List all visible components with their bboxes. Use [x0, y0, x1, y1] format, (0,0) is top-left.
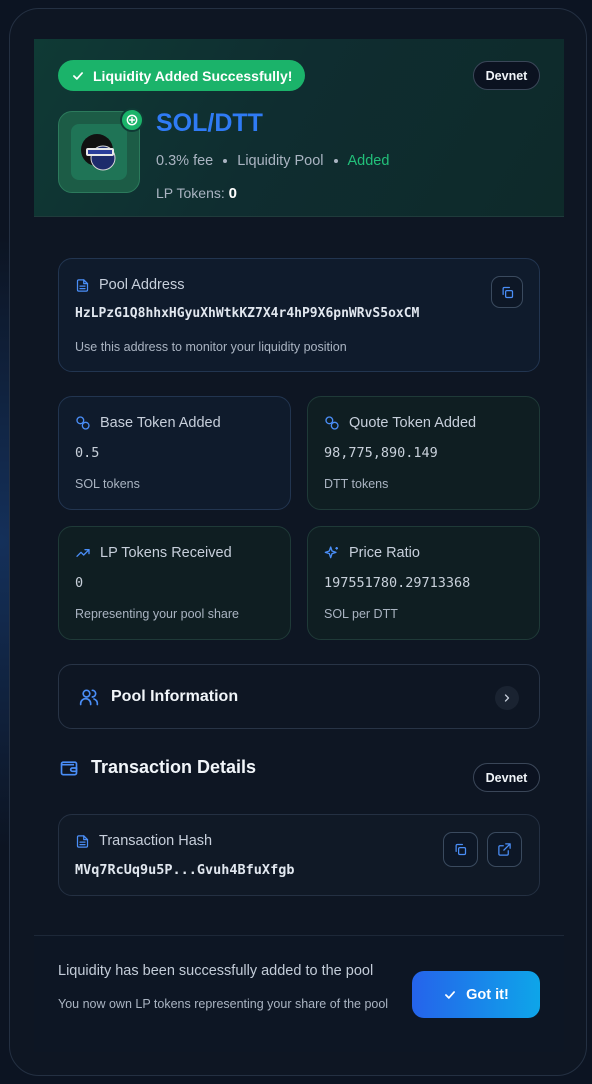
pool-address-hint: Use this address to monitor your liquidi… — [75, 340, 347, 354]
quote-token-card: Quote Token Added 98,775,890.149 DTT tok… — [307, 396, 540, 510]
success-status-badge: Liquidity Added Successfully! — [58, 60, 305, 91]
got-it-button[interactable]: Got it! — [412, 971, 540, 1018]
base-token-value: 0.5 — [75, 445, 100, 461]
sparkles-icon — [324, 546, 338, 559]
copy-address-button[interactable] — [491, 276, 523, 308]
status-text: Liquidity Added Successfully! — [93, 67, 293, 84]
price-ratio-sub: SOL per DTT — [324, 607, 398, 621]
lp-tokens-sub: Representing your pool share — [75, 607, 239, 621]
chevron-right-icon — [495, 686, 519, 710]
external-link-icon — [498, 843, 511, 856]
base-token-sub: SOL tokens — [75, 477, 140, 491]
lp-tokens-summary: LP Tokens: 0 — [156, 185, 237, 202]
copy-hash-button[interactable] — [443, 832, 478, 867]
separator-dot — [333, 159, 338, 163]
quote-token-title: Quote Token Added — [349, 415, 477, 431]
footer-submessage: You now own LP tokens representing your … — [58, 997, 389, 1011]
network-badge: Devnet — [473, 61, 540, 90]
price-ratio-value: 197551780.29713368 — [324, 575, 471, 591]
lp-tokens-received-value: 0 — [75, 575, 84, 591]
pair-title: SOL/DTT — [156, 109, 263, 137]
pool-information-toggle[interactable]: Pool Information — [58, 664, 540, 729]
lp-tokens-title: LP Tokens Received — [100, 545, 232, 561]
liquidity-success-modal: Liquidity Added Successfully! Devnet SOL… — [9, 8, 587, 1076]
quote-token-sub: DTT tokens — [324, 477, 389, 491]
pool-type-label: Liquidity Pool — [237, 153, 324, 169]
users-icon — [79, 689, 99, 706]
document-icon — [76, 278, 89, 292]
copy-icon — [502, 286, 513, 298]
pool-meta: 0.3% fee Liquidity Pool Added — [156, 153, 389, 169]
transaction-hash-value[interactable]: MVq7RcUq9u5P...Gvuh4BfuXfgb — [75, 862, 294, 878]
coins-icon — [325, 416, 339, 430]
document-icon — [76, 834, 89, 848]
got-it-label: Got it! — [466, 986, 509, 1003]
check-icon — [73, 71, 83, 80]
base-token-title: Base Token Added — [100, 415, 221, 431]
price-ratio-title: Price Ratio — [349, 545, 420, 561]
open-explorer-button[interactable] — [487, 832, 522, 867]
wallet-icon — [60, 760, 78, 775]
pool-information-label: Pool Information — [111, 688, 239, 705]
pool-address-title: Pool Address — [99, 277, 185, 293]
token-emblem-icon — [81, 134, 116, 171]
lp-tokens-value: 0 — [228, 185, 237, 202]
check-icon — [445, 990, 456, 999]
transaction-details-title: Transaction Details — [91, 757, 257, 777]
trending-up-icon — [76, 549, 90, 557]
success-header: Liquidity Added Successfully! Devnet SOL… — [34, 39, 564, 217]
lp-tokens-card: LP Tokens Received 0 Representing your p… — [58, 526, 291, 640]
quote-token-value: 98,775,890.149 — [324, 445, 438, 461]
transaction-hash-card: Transaction Hash MVq7RcUq9u5P...Gvuh4Bfu… — [58, 814, 540, 896]
transaction-network-badge: Devnet — [473, 763, 540, 792]
lp-tokens-label: LP Tokens: — [156, 185, 225, 201]
copy-icon — [455, 843, 467, 856]
modal-footer: Liquidity has been successfully added to… — [34, 935, 564, 1052]
fee-label: 0.3% fee — [156, 153, 214, 169]
separator-dot — [223, 159, 228, 163]
footer-message: Liquidity has been successfully added to… — [58, 963, 374, 979]
base-token-card: Base Token Added 0.5 SOL tokens — [58, 396, 291, 510]
pool-address-value: HzLPzG1Q8hhxHGyuXhWtkKZ7X4r4hP9X6pnWRvS5… — [75, 306, 420, 321]
coins-icon — [76, 416, 90, 430]
pool-state-label: Added — [347, 153, 390, 169]
transaction-hash-title: Transaction Hash — [99, 833, 213, 849]
price-ratio-card: Price Ratio 197551780.29713368 SOL per D… — [307, 526, 540, 640]
pool-address-card: Pool Address HzLPzG1Q8hhxHGyuXhWtkKZ7X4r… — [58, 258, 540, 372]
transaction-details-heading: Transaction Details — [59, 757, 256, 778]
plus-circle-icon — [120, 108, 144, 132]
